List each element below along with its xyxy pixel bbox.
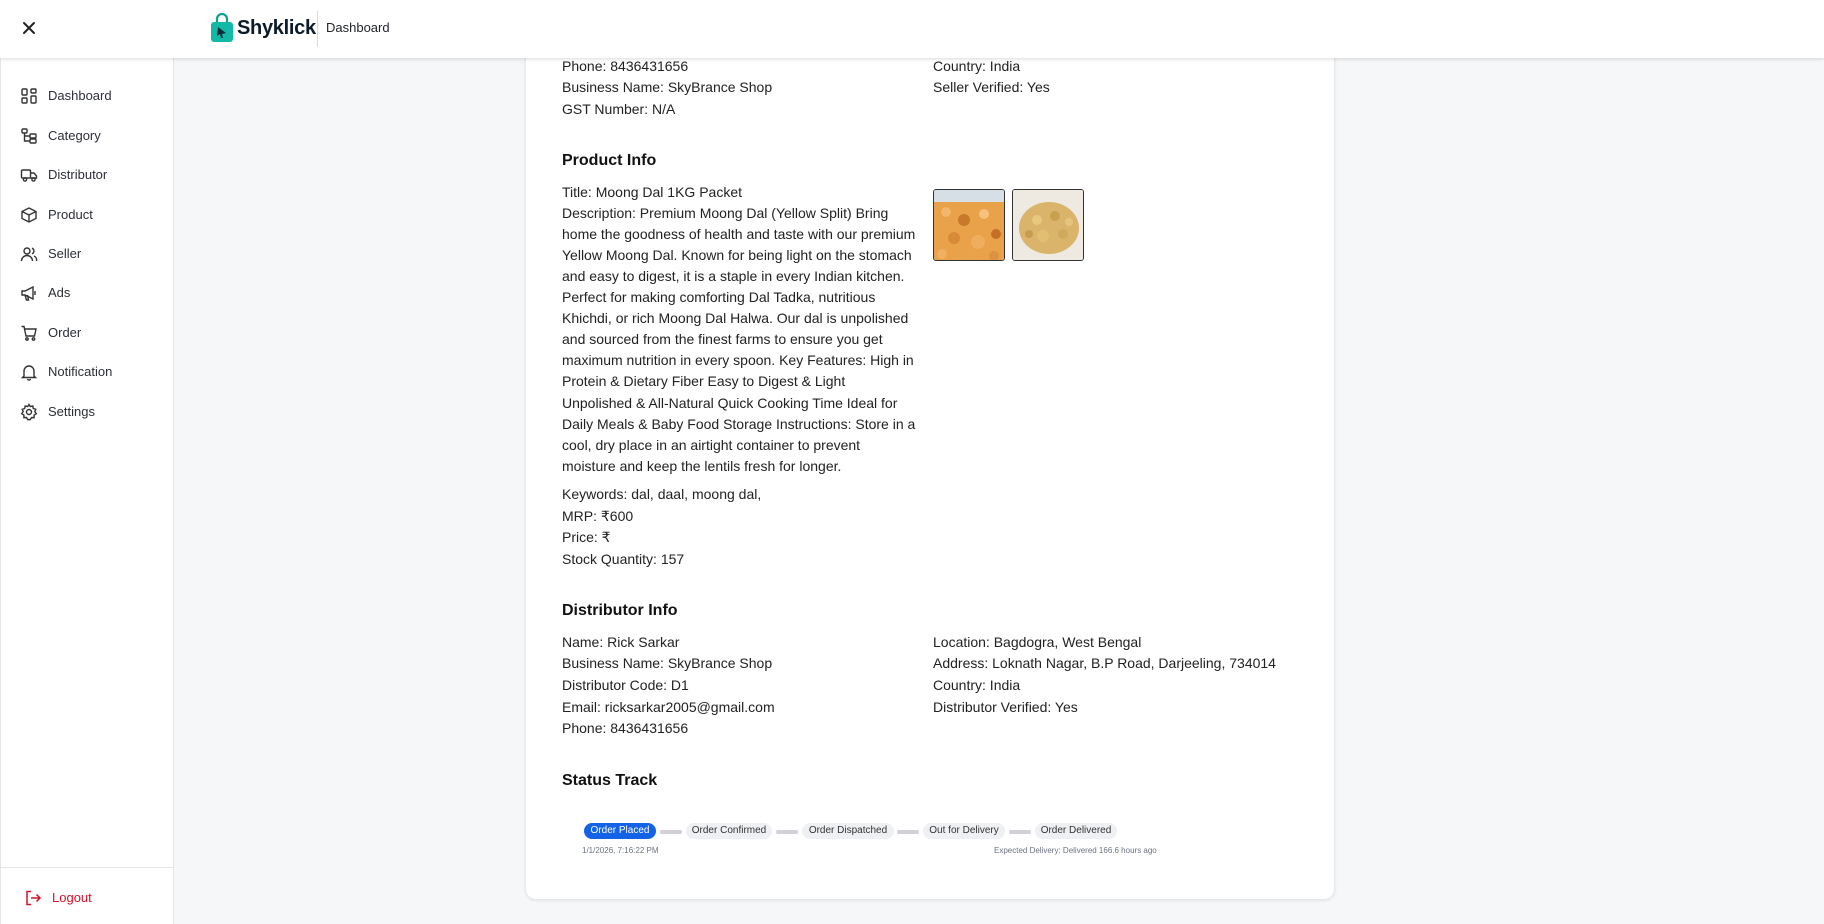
sidebar-item-label: Product — [48, 207, 93, 222]
product-price: Price: ₹ — [562, 529, 611, 545]
product-description-line: and sourced from the finest farms to ens… — [562, 331, 883, 347]
logout-button[interactable]: Logout — [1, 880, 174, 912]
sidebar-item-settings[interactable]: Settings — [1, 395, 174, 427]
sidebar-item-label: Dashboard — [48, 88, 112, 103]
product-description-line: Unpolished & All-Natural Quick Cooking T… — [562, 395, 898, 411]
status-connector — [660, 830, 682, 834]
status-connector — [776, 830, 798, 834]
distributor-name: Name: Rick Sarkar — [562, 634, 680, 650]
expected-delivery: Expected Delivery: Delivered 166.6 hours… — [994, 846, 1157, 855]
status-step-order-confirmed: Order Confirmed — [686, 823, 772, 839]
sidebar-item-seller[interactable]: Seller — [1, 237, 174, 269]
distributor-location: Location: Bagdogra, West Bengal — [933, 634, 1142, 650]
product-description-line: cool, dry place in an airtight container… — [562, 437, 861, 453]
product-image[interactable] — [933, 189, 1005, 261]
brand-logo[interactable]: Shyklick — [209, 12, 316, 44]
product-title: Title: Moong Dal 1KG Packet — [562, 184, 743, 200]
box-icon — [21, 207, 37, 223]
sidebar: Dashboard Category Distributor Product S… — [0, 58, 174, 924]
product-description-line: Perfect for making comforting Dal Tadka,… — [562, 289, 876, 305]
seller-gst: GST Number: N/A — [562, 101, 676, 117]
distributor-code: Distributor Code: D1 — [562, 677, 689, 693]
distributor-address: Address: Loknath Nagar, B.P Road, Darjee… — [933, 655, 1276, 671]
sidebar-item-label: Distributor — [48, 167, 108, 182]
product-description-line: home the goodness of health and taste wi… — [562, 226, 916, 242]
sidebar-item-label: Ads — [48, 285, 71, 300]
product-description-line: maximum nutrition in every spoon. Key Fe… — [562, 352, 914, 368]
dashboard-icon — [21, 88, 37, 104]
sidebar-item-label: Notification — [48, 364, 113, 379]
sidebar-item-product[interactable]: Product — [1, 198, 174, 230]
product-stock: Stock Quantity: 157 — [562, 551, 685, 567]
sidebar-item-label: Order — [48, 325, 82, 340]
megaphone-icon — [21, 285, 36, 301]
product-description-line: moisture and keep the lentils fresh for … — [562, 458, 842, 474]
seller-verified: Seller Verified: Yes — [933, 79, 1050, 95]
distributor-info-title: Distributor Info — [562, 602, 678, 619]
breadcrumb: Dashboard — [326, 20, 390, 35]
distributor-email: Email: ricksarkar2005@gmail.com — [562, 699, 775, 715]
sidebar-item-ads[interactable]: Ads — [1, 276, 174, 308]
sidebar-item-notification[interactable]: Notification — [1, 355, 174, 387]
product-description-line: Daily Meals & Baby Food Storage Instruct… — [562, 416, 916, 432]
status-connector — [897, 830, 919, 834]
logout-label: Logout — [52, 890, 92, 905]
product-mrp: MRP: ₹600 — [562, 508, 634, 524]
distributor-business-name: Business Name: SkyBrance Shop — [562, 655, 773, 671]
distributor-phone: Phone: 8436431656 — [562, 720, 689, 736]
shopping-bag-icon — [211, 13, 233, 42]
sidebar-item-order[interactable]: Order — [1, 316, 174, 348]
gear-icon — [20, 403, 38, 421]
sidebar-item-label: Settings — [48, 404, 95, 419]
status-step-out-for-delivery: Out for Delivery — [923, 823, 1005, 839]
product-description-line: Description: Premium Moong Dal (Yellow S… — [562, 205, 889, 221]
header-divider — [317, 11, 318, 47]
order-placed-time: 1/1/2026, 7:16:22 PM — [582, 846, 659, 855]
seller-business-name: Business Name: SkyBrance Shop — [562, 79, 773, 95]
users-icon — [20, 247, 38, 262]
product-keywords: Keywords: dal, daal, moong dal, — [562, 486, 762, 502]
status-step-order-dispatched: Order Dispatched — [802, 823, 894, 839]
distributor-country: Country: India — [933, 677, 1021, 693]
close-icon[interactable] — [18, 17, 40, 39]
status-track-title: Status Track — [562, 772, 658, 789]
sidebar-item-category[interactable]: Category — [1, 119, 174, 151]
status-connector — [1009, 830, 1031, 834]
sidebar-item-distributor[interactable]: Distributor — [1, 158, 174, 190]
status-step-order-placed: Order Placed — [584, 823, 656, 839]
sidebar-item-label: Category — [48, 128, 101, 143]
seller-country: Country: India — [933, 58, 1021, 74]
sidebar-item-label: Seller — [48, 246, 82, 261]
product-info-title: Product Info — [562, 152, 657, 169]
product-description-line: Protein & Dietary Fiber Easy to Digest &… — [562, 373, 846, 389]
cart-icon — [21, 325, 37, 341]
product-description-line: Yellow Moong Dal. Known for being light … — [562, 247, 912, 263]
logout-icon — [26, 890, 42, 906]
product-description-line: and easy to digest, it is a staple in ev… — [562, 268, 905, 284]
category-icon — [21, 128, 37, 144]
product-description-line: Khichdi, or rich Moong Dal Halwa. Our da… — [562, 310, 909, 326]
seller-phone: Phone: 8436431656 — [562, 58, 689, 74]
truck-icon — [20, 169, 38, 182]
sidebar-divider — [1, 867, 174, 868]
sidebar-item-dashboard[interactable]: Dashboard — [1, 79, 174, 111]
bell-icon — [20, 365, 38, 381]
top-bar: Shyklick Dashboard — [0, 0, 1824, 58]
brand-name: Shyklick — [237, 16, 316, 39]
product-image[interactable] — [1012, 189, 1084, 261]
status-step-order-delivered: Order Delivered — [1035, 823, 1117, 839]
distributor-verified: Distributor Verified: Yes — [933, 699, 1078, 715]
